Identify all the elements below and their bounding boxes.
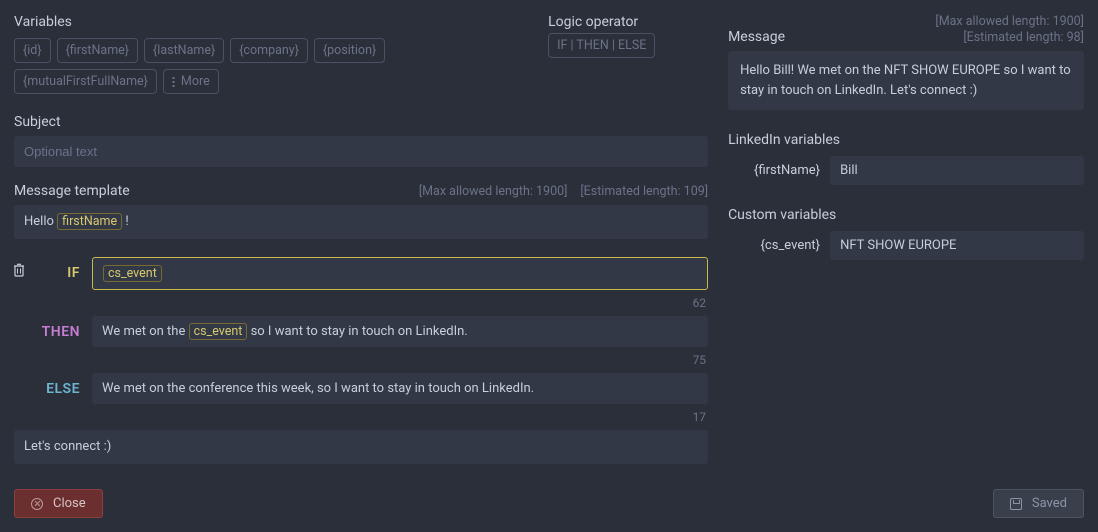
preview-est-length: [Estimated length: 98]: [963, 30, 1084, 45]
var-chip-firstname[interactable]: {firstName}: [57, 38, 138, 63]
preview-message-box: Hello Bill! We met on the NFT SHOW EUROP…: [728, 51, 1084, 110]
then-char-count: 75: [14, 351, 708, 373]
greeting-var-token[interactable]: firstName: [57, 213, 122, 230]
if-condition-input[interactable]: cs_event: [92, 257, 708, 290]
else-content-input[interactable]: We met on the conference this week, so I…: [92, 373, 708, 404]
saved-button-label: Saved: [1032, 496, 1067, 511]
closing-text: Let's connect :): [24, 439, 111, 454]
more-label: More: [181, 74, 210, 89]
linkedin-var-key: {firstName}: [728, 163, 820, 178]
greeting-suffix: !: [122, 214, 129, 229]
preview-max-length: [Max allowed length: 1900]: [728, 14, 1084, 29]
custom-var-key: {cs_event}: [728, 238, 820, 253]
else-text: We met on the conference this week, so I…: [102, 381, 534, 396]
var-chip-more[interactable]: More: [163, 69, 219, 94]
variables-chip-row: {id} {firstName} {lastName} {company} {p…: [14, 38, 528, 94]
logic-operator-chip[interactable]: IF | THEN | ELSE: [548, 33, 655, 58]
else-label: ELSE: [14, 373, 80, 404]
saved-button[interactable]: Saved: [993, 489, 1084, 518]
template-closing-line[interactable]: Let's connect :): [14, 430, 708, 464]
var-chip-id[interactable]: {id}: [14, 38, 51, 63]
custom-var-row: {cs_event} NFT SHOW EUROPE: [728, 231, 1084, 260]
then-prefix: We met on the: [102, 324, 189, 339]
custom-var-value[interactable]: NFT SHOW EUROPE: [830, 231, 1084, 260]
custom-vars-label: Custom variables: [728, 207, 1084, 223]
trash-icon: [12, 263, 26, 278]
linkedin-var-value[interactable]: Bill: [830, 156, 1084, 185]
var-chip-lastname[interactable]: {lastName}: [144, 38, 224, 63]
then-content-input[interactable]: We met on the cs_event so I want to stay…: [92, 316, 708, 347]
close-button-label: Close: [53, 496, 86, 511]
save-icon: [1010, 498, 1022, 510]
template-max-length: [Max allowed length: 1900]: [419, 184, 568, 199]
preview-message-label: Message: [728, 29, 785, 45]
more-dots-icon: [172, 76, 175, 88]
close-button[interactable]: Close: [14, 489, 103, 518]
subject-label: Subject: [14, 114, 61, 130]
var-chip-mutual[interactable]: {mutualFirstFullName}: [14, 69, 157, 94]
delete-logic-block-button[interactable]: [12, 263, 26, 278]
template-est-length: [Estimated length: 109]: [580, 184, 708, 199]
close-icon: [31, 498, 43, 510]
if-char-count: 62: [14, 294, 708, 316]
greeting-prefix: Hello: [24, 214, 57, 229]
then-label: THEN: [14, 316, 80, 347]
else-char-count: 17: [14, 408, 708, 430]
variables-label: Variables: [14, 14, 528, 30]
linkedin-var-row: {firstName} Bill: [728, 156, 1084, 185]
subject-input[interactable]: [14, 136, 708, 167]
logic-operator-label: Logic operator: [548, 14, 708, 30]
template-label: Message template: [14, 183, 130, 199]
var-chip-company[interactable]: {company}: [230, 38, 308, 63]
template-greeting-line[interactable]: Hello firstName !: [14, 205, 708, 239]
if-var-token[interactable]: cs_event: [103, 265, 162, 282]
linkedin-vars-label: LinkedIn variables: [728, 132, 1084, 148]
var-chip-position[interactable]: {position}: [314, 38, 385, 63]
then-suffix: so I want to stay in touch on LinkedIn.: [247, 324, 467, 339]
then-var-token[interactable]: cs_event: [189, 323, 248, 340]
